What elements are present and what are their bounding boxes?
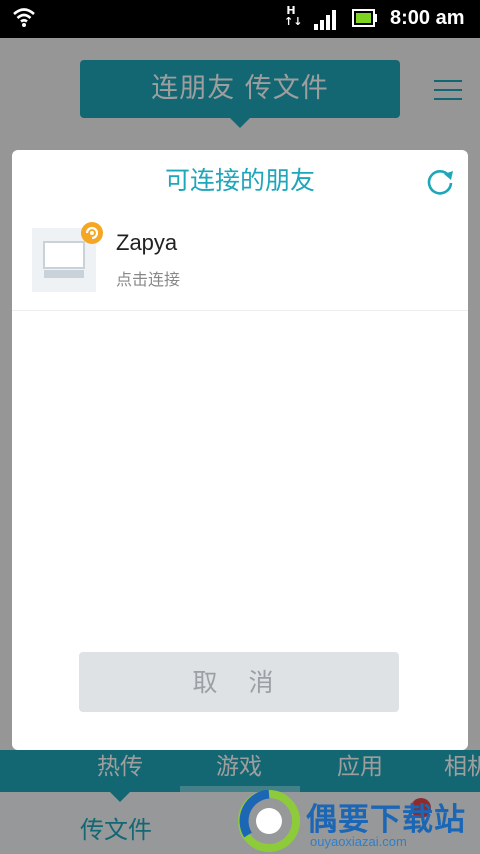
- status-bar: H ↑↓ 8:00 am: [0, 0, 480, 38]
- friend-name: Zapya: [116, 230, 178, 255]
- online-status-icon: [81, 222, 103, 244]
- dialog-title: 可连接的朋友: [164, 166, 315, 195]
- data-arrows-icon: ↑↓: [284, 15, 303, 28]
- clock: 8:00 am: [390, 7, 465, 29]
- watermark-url: ouyaoxiazai.com: [310, 834, 407, 849]
- refresh-icon[interactable]: [426, 167, 454, 195]
- friend-connect-hint: 点击连接: [116, 270, 181, 289]
- watermark: 偶要下载站 ouyaoxiazai.com: [234, 788, 480, 854]
- cancel-button[interactable]: 取 消: [79, 652, 399, 712]
- friend-list-item[interactable]: Zapya 点击连接: [12, 218, 468, 311]
- battery-icon: [352, 9, 377, 27]
- signal-icon: [314, 10, 336, 30]
- watermark-logo-icon: [238, 790, 300, 852]
- wifi-icon: [13, 8, 35, 27]
- watermark-title: 偶要下载站: [306, 802, 466, 838]
- connect-dialog: 可连接的朋友 Zapya 点击连接 取 消: [12, 150, 468, 750]
- network-type-indicator: H ↑↓: [284, 5, 302, 27]
